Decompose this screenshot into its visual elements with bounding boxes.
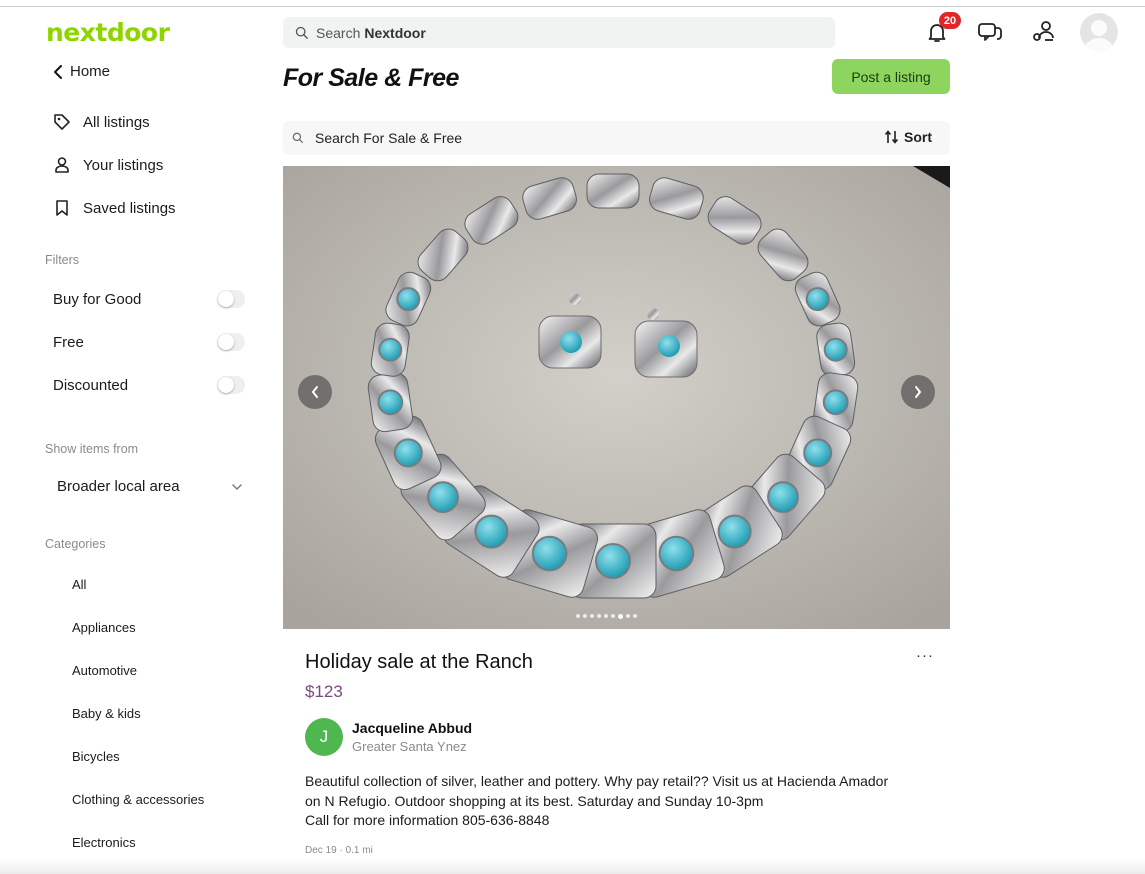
- turquoise-stone: [805, 287, 830, 312]
- sort-label: Sort: [904, 129, 932, 145]
- filter-label: Free: [53, 333, 84, 351]
- bookmark-icon: [56, 200, 68, 216]
- filter-toggle[interactable]: [217, 290, 245, 308]
- filter-toggle[interactable]: [217, 333, 245, 351]
- carousel-dot[interactable]: [611, 614, 615, 618]
- carousel-dot[interactable]: [618, 613, 623, 619]
- carousel-dot[interactable]: [626, 614, 630, 618]
- turquoise-stone: [531, 535, 568, 572]
- description-line: on N Refugio. Outdoor shopping at its be…: [305, 792, 764, 809]
- carousel-dots[interactable]: [576, 613, 637, 619]
- bottom-edge-shadow: [0, 858, 1145, 874]
- turquoise-stone: [427, 481, 459, 514]
- filters-heading: Filters: [45, 253, 80, 267]
- sidebar-item-your-listings[interactable]: Your listings: [53, 156, 163, 174]
- categories-heading: Categories: [45, 537, 106, 551]
- sidebar-item-label: All listings: [83, 113, 150, 131]
- carousel-dot[interactable]: [576, 614, 580, 618]
- category-link[interactable]: Electronics: [72, 835, 136, 850]
- turquoise-stone: [717, 514, 752, 549]
- sort-icon: [884, 130, 899, 144]
- global-search-brand: Nextdoor: [364, 24, 426, 41]
- turquoise-stone: [378, 337, 403, 362]
- listing-title[interactable]: Holiday sale at the Ranch: [305, 651, 533, 674]
- turquoise-stone: [396, 287, 421, 312]
- turquoise-stone: [595, 543, 631, 579]
- neighbors-icon: [1033, 21, 1054, 41]
- filter-toggle[interactable]: [217, 376, 245, 394]
- sort-button[interactable]: Sort: [884, 129, 932, 145]
- category-link[interactable]: Clothing & accessories: [72, 792, 204, 807]
- person-icon: [55, 157, 69, 173]
- seller-name[interactable]: Jacqueline Abbud: [352, 720, 472, 736]
- category-link[interactable]: All: [72, 577, 86, 592]
- chevron-down-icon: [232, 483, 242, 490]
- area-select[interactable]: Broader local area: [57, 478, 243, 495]
- turquoise-stone: [823, 337, 848, 362]
- global-search-placeholder: Search: [316, 24, 361, 41]
- listing-photo[interactable]: [283, 166, 950, 629]
- necklace-link: [586, 173, 640, 209]
- turquoise-stone: [658, 535, 695, 572]
- carousel-dot[interactable]: [604, 614, 608, 618]
- turquoise-stone: [767, 481, 799, 514]
- profile-avatar[interactable]: [1080, 13, 1118, 51]
- search-icon: [292, 132, 304, 144]
- back-home-link[interactable]: Home: [53, 63, 110, 80]
- chevron-right-icon: [915, 386, 922, 398]
- post-listing-button[interactable]: Post a listing: [832, 59, 950, 94]
- carousel-dot[interactable]: [633, 614, 637, 618]
- seller-avatar[interactable]: J: [305, 718, 343, 756]
- tag-icon: [54, 114, 70, 130]
- global-search-input[interactable]: Search Nextdoor: [283, 17, 835, 48]
- nextdoor-logo[interactable]: nextdoor: [46, 18, 170, 47]
- necklace-photo-image: [283, 166, 950, 629]
- turquoise-stone: [393, 438, 423, 468]
- sidebar-item-saved-listings[interactable]: Saved listings: [53, 199, 176, 217]
- turquoise-stone: [803, 438, 833, 468]
- category-link[interactable]: Baby & kids: [72, 706, 141, 721]
- carousel-dot[interactable]: [590, 614, 594, 618]
- category-link[interactable]: Bicycles: [72, 749, 120, 764]
- back-home-label: Home: [70, 63, 111, 80]
- chevron-left-icon: [54, 64, 62, 79]
- carousel-dot[interactable]: [583, 614, 587, 618]
- search-icon: [295, 26, 308, 39]
- carousel-dot[interactable]: [597, 614, 601, 618]
- filter-buy-for-good[interactable]: Buy for Good: [53, 290, 245, 308]
- neighbors-button[interactable]: [1030, 18, 1058, 46]
- chat-icon: [978, 23, 1002, 41]
- turquoise-stone: [474, 514, 509, 549]
- show-items-heading: Show items from: [45, 442, 139, 456]
- listing-meta: Dec 19 · 0.1 mi: [305, 845, 373, 856]
- area-select-value: Broader local area: [57, 478, 180, 495]
- category-link[interactable]: Appliances: [72, 620, 136, 635]
- filter-discounted[interactable]: Discounted: [53, 376, 245, 394]
- sidebar-item-label: Your listings: [83, 156, 164, 174]
- sidebar-item-label: Saved listings: [83, 199, 176, 217]
- filter-free[interactable]: Free: [53, 333, 245, 351]
- seller-location: Greater Santa Ynez: [352, 739, 467, 754]
- filter-label: Buy for Good: [53, 290, 142, 308]
- window-top-border: [0, 0, 1145, 7]
- messages-button[interactable]: [976, 18, 1004, 46]
- carousel-next-button[interactable]: [901, 375, 935, 409]
- category-link[interactable]: Automotive: [72, 663, 137, 678]
- for-sale-search-placeholder: Search For Sale & Free: [315, 130, 463, 146]
- listing-description: Beautiful collection of silver, leather …: [305, 772, 945, 831]
- description-line: Beautiful collection of silver, leather …: [305, 773, 889, 789]
- listing-price: $123: [305, 682, 343, 701]
- turquoise-stone: [377, 389, 404, 416]
- page-title: For Sale & Free: [283, 64, 459, 92]
- description-line: Call for more information 805-636-8848: [305, 812, 550, 828]
- sidebar-item-all-listings[interactable]: All listings: [53, 113, 150, 131]
- more-options-button[interactable]: ···: [916, 647, 934, 664]
- carousel-prev-button[interactable]: [298, 375, 332, 409]
- turquoise-stone: [822, 389, 849, 416]
- chevron-left-icon: [311, 386, 318, 398]
- for-sale-search-input[interactable]: Search For Sale & Free: [283, 121, 950, 155]
- avatar-placeholder-icon: [1084, 20, 1114, 51]
- filter-label: Discounted: [53, 376, 129, 394]
- notification-count-badge: 20: [939, 12, 961, 29]
